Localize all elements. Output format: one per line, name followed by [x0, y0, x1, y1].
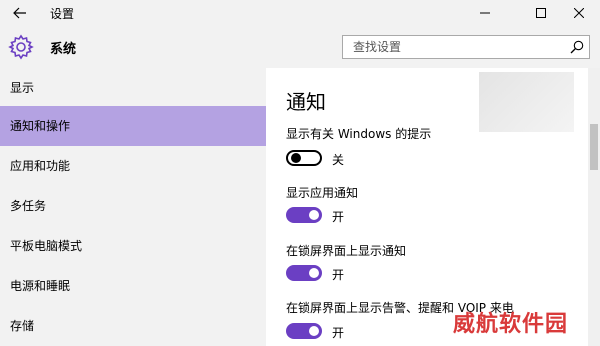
- setting-label-lockscreen-notifications: 在锁屏界面上显示通知: [286, 244, 407, 258]
- close-icon: [574, 8, 584, 18]
- toggle-knob: [309, 326, 319, 336]
- sidebar-item-storage[interactable]: 存储: [0, 306, 266, 346]
- minimize-button[interactable]: [462, 0, 508, 26]
- sidebar-item-multitasking[interactable]: 多任务: [0, 186, 266, 226]
- maximize-icon: [536, 8, 546, 18]
- setting-label-app-notifications: 显示应用通知: [286, 186, 359, 200]
- toggle-windows-tips[interactable]: [286, 150, 322, 166]
- page-header: 系统: [0, 26, 600, 68]
- window-title: 设置: [50, 7, 75, 21]
- setting-label-windows-tips: 显示有关 Windows 的提示: [286, 127, 432, 141]
- toggle-state-windows-tips: 关: [332, 153, 345, 167]
- back-button[interactable]: [0, 0, 40, 26]
- content-pane: 通知 显示有关 Windows 的提示 关 显示应用通知 开 在锁屏界面上显示通…: [266, 68, 600, 346]
- title-bar: 设置: [0, 0, 600, 26]
- gear-icon: [8, 34, 34, 60]
- toggle-lockscreen-notifications[interactable]: [286, 265, 322, 281]
- section-title: 系统: [50, 42, 77, 57]
- page-title: 通知: [286, 90, 326, 114]
- sidebar-item-apps[interactable]: 应用和功能: [0, 146, 266, 186]
- close-button[interactable]: [556, 0, 600, 26]
- sidebar-item-notifications[interactable]: 通知和操作: [0, 106, 266, 146]
- watermark: 威航软件园: [453, 311, 569, 337]
- toggle-app-notifications[interactable]: [286, 207, 322, 223]
- minimize-icon: [480, 12, 490, 14]
- sidebar-item-tablet-mode[interactable]: 平板电脑模式: [0, 226, 266, 266]
- sidebar: 显示 通知和操作 应用和功能 多任务 平板电脑模式 电源和睡眠 存储: [0, 68, 266, 346]
- system-icon-wrap: [8, 34, 34, 60]
- back-arrow-icon: [13, 7, 26, 19]
- sidebar-item-display[interactable]: 显示: [0, 68, 266, 108]
- search-icon[interactable]: [570, 40, 584, 54]
- toggle-state-app-notifications: 开: [332, 210, 345, 224]
- toggle-lockscreen-alarms[interactable]: [286, 323, 322, 339]
- scrollbar-thumb[interactable]: [590, 124, 598, 170]
- toggle-state-lockscreen-alarms: 开: [332, 326, 345, 340]
- scrollbar[interactable]: [588, 68, 600, 346]
- search-input[interactable]: [343, 36, 563, 58]
- preview-image: [479, 72, 574, 132]
- toggle-state-lockscreen-notifications: 开: [332, 268, 345, 282]
- toggle-knob: [291, 153, 301, 163]
- toggle-knob: [309, 210, 319, 220]
- sidebar-item-power[interactable]: 电源和睡眠: [0, 266, 266, 306]
- toggle-knob: [309, 268, 319, 278]
- search-box[interactable]: [342, 35, 590, 59]
